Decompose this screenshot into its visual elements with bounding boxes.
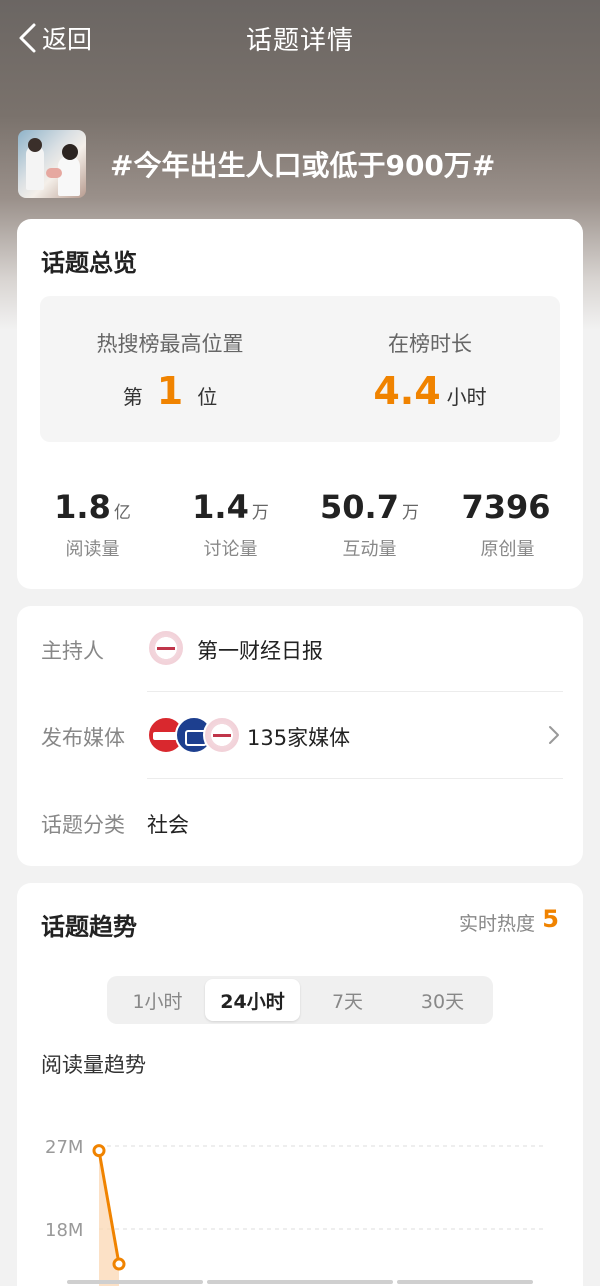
info-card: 主持人 第一财经日报 发布媒体 135家媒体 话题分类 社会 xyxy=(17,606,583,866)
media-row[interactable]: 发布媒体 135家媒体 xyxy=(41,693,563,779)
chart-title: 阅读量趋势 xyxy=(41,1053,146,1077)
reads-trend-chart: 27M 18M xyxy=(45,1137,543,1286)
y-tick-label: 27M xyxy=(45,1137,83,1158)
chart-scroll-track xyxy=(67,1280,203,1284)
category-value: 社会 xyxy=(147,813,189,837)
host-row[interactable]: 主持人 第一财经日报 xyxy=(41,606,563,692)
rank-label: 热搜榜最高位置 xyxy=(96,332,244,356)
divider xyxy=(147,778,563,779)
host-label: 主持人 xyxy=(41,639,104,663)
stat-originals: 7396 原创量 xyxy=(437,491,578,561)
stats-row: 1.8 亿 阅读量 1.4 万 讨论量 50.7 万 互动量 7396 原创量 xyxy=(17,491,583,561)
stat-unit: 亿 xyxy=(113,503,131,523)
chart-scroll-track xyxy=(397,1280,533,1284)
tab-7-days[interactable]: 7天 xyxy=(300,979,395,1021)
topic-title: #今年出生人口或低于900万# xyxy=(110,149,496,182)
heat-value: 5 xyxy=(542,905,559,933)
stat-interactions: 50.7 万 互动量 xyxy=(299,491,440,561)
category-label: 话题分类 xyxy=(41,813,125,837)
stat-value: 1.8 xyxy=(54,488,111,526)
topic-header: #今年出生人口或低于900万# xyxy=(18,130,495,198)
overview-title: 话题总览 xyxy=(41,249,137,277)
navigation-bar: 返回 话题详情 xyxy=(0,0,600,76)
duration-value: 4.4 xyxy=(373,369,441,413)
stat-label: 原创量 xyxy=(480,539,535,560)
overview-card: 话题总览 热搜榜最高位置 第 1 位 在榜时长 4.4 小时 1.8 亿 阅读量 … xyxy=(17,219,583,589)
tab-30-days[interactable]: 30天 xyxy=(395,979,490,1021)
y-tick-label: 18M xyxy=(45,1220,83,1241)
stat-unit: 万 xyxy=(251,503,269,523)
topic-cover-image xyxy=(18,130,86,198)
duration-label: 在榜时长 xyxy=(388,332,472,356)
rank-prefix: 第 xyxy=(122,385,143,409)
heat-label: 实时热度 xyxy=(458,913,535,935)
rank-value: 1 xyxy=(156,369,184,413)
trend-card: 话题趋势 实时热度 5 1小时 24小时 7天 30天 阅读量趋势 27M 18M xyxy=(17,883,583,1286)
stat-value: 1.4 xyxy=(192,488,249,526)
stat-unit: 万 xyxy=(401,503,419,523)
host-avatar xyxy=(147,629,185,667)
stat-reads: 1.8 亿 阅读量 xyxy=(22,491,163,561)
divider xyxy=(147,691,563,692)
media-count: 135家媒体 xyxy=(247,726,351,750)
tab-24-hours[interactable]: 24小时 xyxy=(205,979,300,1021)
stat-label: 讨论量 xyxy=(203,539,258,560)
stat-label: 互动量 xyxy=(342,539,397,560)
trend-title: 话题趋势 xyxy=(41,913,137,941)
stat-discussions: 1.4 万 讨论量 xyxy=(160,491,301,561)
duration-block: 在榜时长 4.4 小时 xyxy=(300,296,560,442)
stat-value: 7396 xyxy=(461,488,551,526)
page-title: 话题详情 xyxy=(245,26,354,56)
media-avatar xyxy=(203,716,241,754)
chart-scroll-track xyxy=(207,1280,393,1284)
tab-1-hour[interactable]: 1小时 xyxy=(110,979,205,1021)
stat-value: 50.7 xyxy=(320,488,399,526)
data-point[interactable] xyxy=(92,1144,106,1158)
rank-suffix: 位 xyxy=(197,385,218,409)
overview-box: 热搜榜最高位置 第 1 位 在榜时长 4.4 小时 xyxy=(40,296,560,442)
data-point[interactable] xyxy=(112,1257,126,1271)
media-label: 发布媒体 xyxy=(41,726,125,750)
host-name: 第一财经日报 xyxy=(197,639,323,663)
rank-block: 热搜榜最高位置 第 1 位 xyxy=(40,296,300,442)
category-row: 话题分类 社会 xyxy=(41,780,561,866)
chevron-right-icon xyxy=(549,726,559,744)
time-range-tabs: 1小时 24小时 7天 30天 xyxy=(107,976,493,1024)
stat-label: 阅读量 xyxy=(65,539,120,560)
duration-unit: 小时 xyxy=(446,385,487,409)
